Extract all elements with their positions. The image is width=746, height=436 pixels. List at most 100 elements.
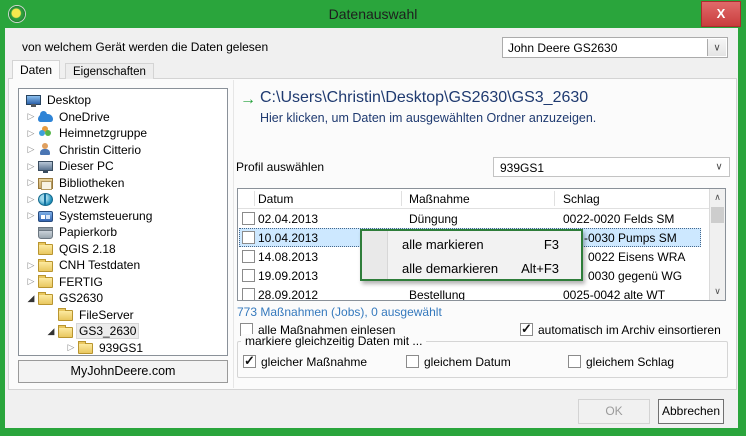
- scroll-down-icon[interactable]: [710, 283, 725, 300]
- menu-item-deselect-all[interactable]: alle demarkieren Alt+F3: [362, 257, 581, 281]
- row-checkbox[interactable]: [242, 231, 255, 244]
- row-checkbox[interactable]: [242, 212, 255, 225]
- tree-item-label: Systemsteuerung: [59, 208, 153, 223]
- tree-item-939gs1[interactable]: 939GS1: [19, 340, 227, 356]
- user-icon: [38, 143, 53, 156]
- selected-folder-path[interactable]: C:\Users\Christin\Desktop\GS2630\GS3_263…: [260, 89, 588, 107]
- ok-button[interactable]: OK: [578, 399, 650, 424]
- profile-select[interactable]: 939GS1: [493, 157, 730, 177]
- cell-datum: 19.09.2013: [258, 269, 319, 283]
- cell-datum: 14.08.2013: [258, 250, 319, 264]
- tree-item-fileserver[interactable]: FileServer: [19, 307, 227, 324]
- expand-arrow-icon[interactable]: [64, 342, 78, 353]
- menu-item-label: alle markieren: [402, 237, 484, 252]
- expand-arrow-icon[interactable]: [24, 128, 38, 139]
- option-auto-archive[interactable]: automatisch im Archiv einsortieren: [520, 321, 721, 337]
- cell-massnahme: Bestellung: [409, 288, 466, 301]
- folder-icon: [78, 341, 93, 355]
- tree-item-heimnetzgruppe[interactable]: Heimnetzgruppe: [19, 125, 227, 142]
- tree-item-label: OneDrive: [59, 109, 110, 124]
- column-separator: [254, 191, 255, 206]
- table-header: Datum Maßnahme Schlag: [238, 189, 709, 209]
- option-same-schlag[interactable]: gleichem Schlag: [568, 355, 674, 369]
- tree-item-label: CNH Testdaten: [59, 258, 141, 273]
- mark-together-groupbox: markiere gleichzeitig Daten mit ... glei…: [237, 334, 728, 378]
- tree-item-gs3-2630[interactable]: GS3_2630: [19, 323, 227, 340]
- expand-arrow-icon[interactable]: [24, 144, 38, 155]
- tree-item-papierkorb[interactable]: Papierkorb: [19, 224, 227, 241]
- checkbox[interactable]: [568, 355, 581, 368]
- tree-item-onedrive[interactable]: OneDrive: [19, 109, 227, 126]
- folder-icon: [58, 324, 73, 338]
- tree-item-netzwerk[interactable]: Netzwerk: [19, 191, 227, 208]
- menu-item-select-all[interactable]: alle markieren F3: [362, 233, 581, 257]
- cell-datum: 28.09.2012: [258, 288, 319, 301]
- tree-item-christin-citterio[interactable]: Christin Citterio: [19, 142, 227, 159]
- profile-select-value: 939GS1: [500, 161, 545, 175]
- tree-item-label: Dieser PC: [59, 159, 114, 174]
- homegroup-icon: [38, 127, 53, 140]
- myjohndeere-button[interactable]: MyJohnDeere.com: [18, 360, 228, 383]
- checkbox-label: automatisch im Archiv einsortieren: [538, 323, 721, 337]
- tree-item-bibliotheken[interactable]: Bibliotheken: [19, 175, 227, 192]
- row-checkbox[interactable]: [242, 288, 255, 300]
- tree-item-label: GS3_2630: [75, 323, 140, 340]
- row-checkbox[interactable]: [242, 250, 255, 263]
- expand-arrow-icon[interactable]: [24, 260, 38, 271]
- expand-arrow-icon[interactable]: [24, 276, 38, 287]
- tree-item-fertig[interactable]: FERTIG: [19, 274, 227, 291]
- close-button[interactable]: [701, 1, 741, 27]
- device-question-label: von welchem Gerät werden die Daten geles…: [22, 40, 269, 54]
- column-header-massnahme[interactable]: Maßnahme: [409, 192, 470, 206]
- checkbox-checked[interactable]: [243, 353, 256, 369]
- device-select[interactable]: John Deere GS2630: [502, 37, 728, 58]
- folder-hint-link[interactable]: Hier klicken, um Daten im ausgewählten O…: [260, 111, 596, 125]
- tree-item-label: QGIS 2.18: [59, 241, 116, 256]
- column-header-datum[interactable]: Datum: [258, 192, 293, 206]
- scroll-up-icon[interactable]: [710, 189, 725, 206]
- expand-arrow-icon[interactable]: [24, 111, 38, 122]
- expand-arrow-icon[interactable]: [24, 177, 38, 188]
- dialog-window: Datenauswahl von welchem Gerät werden di…: [0, 0, 746, 436]
- table-row[interactable]: 28.09.2012 Bestellung 0025-0042 alte WT: [238, 285, 710, 301]
- tree-item-qgis[interactable]: QGIS 2.18: [19, 241, 227, 258]
- row-checkbox[interactable]: [242, 269, 255, 282]
- menu-item-shortcut: F3: [543, 237, 559, 252]
- cell-schlag: 0025-0042 alte WT: [563, 288, 666, 301]
- tree-item-gs2630[interactable]: GS2630: [19, 290, 227, 307]
- tree-item-dieser-pc[interactable]: Dieser PC: [19, 158, 227, 175]
- tab-daten[interactable]: Daten: [12, 60, 61, 79]
- chevron-down-icon[interactable]: [707, 39, 726, 56]
- option-same-massnahme[interactable]: gleicher Maßnahme: [243, 353, 368, 369]
- chevron-down-icon[interactable]: [711, 158, 727, 176]
- checkbox-label: gleichem Schlag: [586, 355, 675, 369]
- vertical-scrollbar[interactable]: [709, 189, 725, 300]
- collapse-arrow-icon[interactable]: [44, 326, 58, 337]
- scrollbar-thumb[interactable]: [711, 207, 724, 223]
- expand-arrow-icon[interactable]: [24, 210, 38, 221]
- menu-item-shortcut: Alt+F3: [521, 261, 559, 276]
- title-bar[interactable]: Datenauswahl: [0, 0, 746, 28]
- libraries-icon: [38, 178, 53, 191]
- tree-item-label: Netzwerk: [59, 192, 110, 207]
- tree-item-desktop[interactable]: Desktop: [19, 92, 227, 109]
- collapse-arrow-icon[interactable]: [24, 293, 38, 304]
- desktop-icon: [26, 95, 41, 108]
- expand-arrow-icon[interactable]: [24, 161, 38, 172]
- tree-item-systemsteuerung[interactable]: Systemsteuerung: [19, 208, 227, 225]
- option-same-datum[interactable]: gleichem Datum: [406, 355, 511, 369]
- tree-item-cnh-testdaten[interactable]: CNH Testdaten: [19, 257, 227, 274]
- folder-icon: [38, 291, 53, 305]
- table-row[interactable]: 02.04.2013 Düngung 0022-0020 Felds SM: [238, 209, 710, 228]
- folder-icon: [58, 308, 73, 322]
- checkbox[interactable]: [406, 355, 419, 368]
- tab-eigenschaften[interactable]: Eigenschaften: [65, 63, 154, 79]
- checkbox-label: gleicher Maßnahme: [261, 355, 368, 369]
- cancel-button[interactable]: Abbrechen: [658, 399, 724, 424]
- column-header-schlag[interactable]: Schlag: [563, 192, 600, 206]
- tree-item-label: Bibliotheken: [59, 175, 125, 190]
- network-globe-icon: [38, 192, 53, 206]
- folder-tree[interactable]: Desktop OneDrive Heimnetzgruppe Christin…: [18, 88, 228, 356]
- expand-arrow-icon[interactable]: [24, 194, 38, 205]
- checkbox-checked[interactable]: [520, 321, 533, 337]
